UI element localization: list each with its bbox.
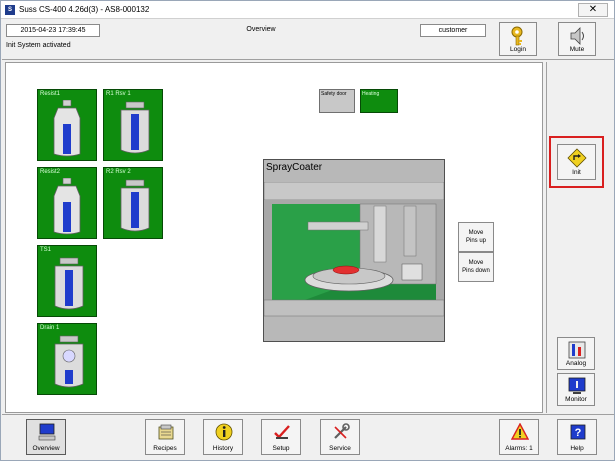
init-button[interactable]: Init: [557, 144, 596, 180]
close-button[interactable]: ✕: [578, 3, 608, 17]
alarms-label: Alarms: 1: [505, 445, 533, 452]
pins-up-label-2: Pins up: [465, 238, 486, 244]
setup-button[interactable]: Setup: [261, 419, 301, 455]
warning-icon: [511, 423, 529, 440]
init-label: Init: [572, 169, 581, 176]
tank-icon: [120, 179, 150, 232]
pins-down-label-1: Move: [468, 260, 484, 266]
bottle-icon: [53, 178, 81, 235]
move-pins-up-button[interactable]: Move Pins up: [458, 222, 494, 252]
tile-r1-rsv1[interactable]: R1 Rsv 1: [103, 89, 163, 161]
status-message: Init System activated: [6, 42, 71, 49]
drain-tank-icon: [54, 335, 84, 388]
help-button[interactable]: ? Help: [557, 419, 597, 455]
mute-button[interactable]: Mute: [558, 22, 596, 56]
recipes-icon: [158, 424, 174, 440]
header-bar: 2015-04-23 17:39:45 Overview customer In…: [2, 20, 614, 60]
title-bar: S Suss CS-400 4.26d(3) - AS8-000132 ✕: [1, 1, 614, 19]
info-icon: [215, 423, 233, 441]
tile-label: Resist1: [40, 91, 61, 97]
pins-up-label-1: Move: [468, 230, 484, 236]
analog-button[interactable]: Analog: [557, 337, 595, 370]
alarms-button[interactable]: Alarms: 1: [499, 419, 539, 455]
service-label: Service: [329, 445, 351, 452]
setup-icon: [274, 425, 290, 439]
spraycoater-image: [264, 182, 444, 317]
monitor-label: Monitor: [565, 396, 587, 403]
init-arrow-icon: [567, 148, 587, 168]
tile-label: TS1: [40, 247, 52, 253]
history-label: History: [212, 445, 234, 452]
tile-drain1[interactable]: Drain 1: [37, 323, 97, 395]
wrench-icon: [334, 423, 350, 439]
analog-icon: [568, 341, 586, 359]
monitor-icon: [568, 377, 586, 394]
bottom-toolbar: Overview Recipes History Setup Service A…: [2, 414, 614, 460]
tile-label: R1 Rsv 1: [106, 91, 131, 97]
move-pins-down-button[interactable]: Move Pins down: [458, 252, 494, 282]
computer-icon: [38, 423, 56, 441]
tile-label: R2 Rsv 2: [106, 169, 131, 175]
recipes-label: Recipes: [153, 445, 177, 452]
spraycoater-title: SprayCoater: [266, 162, 323, 173]
heating-indicator: Heating: [360, 89, 398, 113]
tank-icon: [120, 101, 150, 154]
tank-icon: [54, 257, 84, 310]
safety-door-indicator: Safety door: [319, 89, 355, 113]
spraycoater-panel[interactable]: SprayCoater: [263, 159, 445, 342]
service-button[interactable]: Service: [320, 419, 360, 455]
help-label: Help: [570, 445, 584, 452]
window-title: Suss CS-400 4.26d(3) - AS8-000132: [19, 5, 150, 14]
overview-label: Overview: [32, 445, 60, 452]
tile-label: Resist2: [40, 169, 61, 175]
tile-resist1[interactable]: Resist1: [37, 89, 97, 161]
tile-r2-rsv2[interactable]: R2 Rsv 2: [103, 167, 163, 239]
init-highlight: Init: [549, 136, 604, 188]
tile-label: Drain 1: [40, 325, 60, 331]
mute-label: Mute: [569, 46, 585, 53]
login-label: Login: [510, 46, 526, 53]
tile-ts1[interactable]: TS1: [37, 245, 97, 317]
analog-label: Analog: [565, 360, 587, 367]
app-icon: S: [5, 5, 15, 15]
speaker-icon: [570, 27, 584, 45]
tile-resist2[interactable]: Resist2: [37, 167, 97, 239]
svg-text:?: ?: [575, 427, 582, 439]
main-window: S Suss CS-400 4.26d(3) - AS8-000132 ✕ 20…: [0, 0, 615, 461]
login-button[interactable]: Login: [499, 22, 537, 56]
setup-label: Setup: [272, 445, 290, 452]
pins-down-label-2: Pins down: [462, 268, 490, 274]
overview-button[interactable]: Overview: [26, 419, 66, 455]
bottle-icon: [53, 100, 81, 157]
key-icon: [511, 26, 523, 46]
help-icon: ?: [570, 424, 586, 440]
history-button[interactable]: History: [203, 419, 243, 455]
datetime-display: 2015-04-23 17:39:45: [6, 24, 100, 37]
monitor-button[interactable]: Monitor: [557, 373, 595, 406]
screen-name: Overview: [246, 26, 276, 33]
user-display: customer: [420, 24, 486, 37]
recipes-button[interactable]: Recipes: [145, 419, 185, 455]
